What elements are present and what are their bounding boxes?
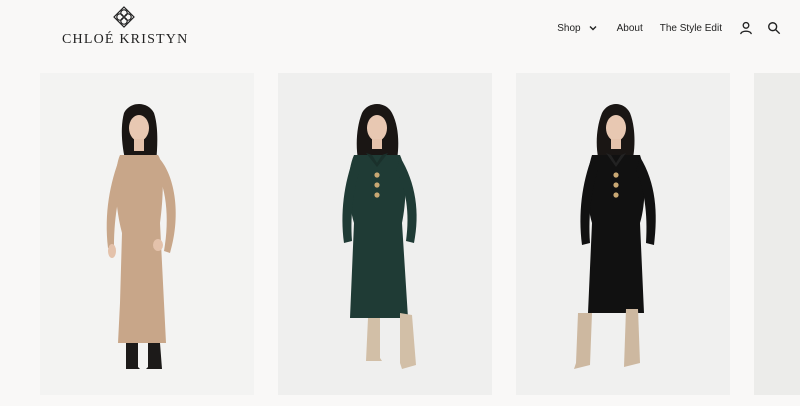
product-image <box>106 104 176 369</box>
button <box>374 172 380 178</box>
chevron-down-icon <box>589 26 597 31</box>
site-header: CHLOÉ KRISTYN Shop About The Style Edit <box>0 0 800 62</box>
main-nav: Shop About The Style Edit <box>557 18 782 38</box>
product-image <box>754 73 800 395</box>
boot <box>624 309 640 367</box>
product-image <box>342 104 417 369</box>
product-card[interactable] <box>754 73 800 395</box>
boot <box>574 313 592 369</box>
product-grid <box>0 73 800 406</box>
button <box>374 182 380 188</box>
brand-logo[interactable]: CHLOÉ KRISTYN <box>62 6 189 50</box>
button <box>374 192 380 198</box>
brand-name: CHLOÉ KRISTYN <box>62 32 189 47</box>
button <box>613 172 619 178</box>
nav-shop-label: Shop <box>557 22 581 34</box>
boot <box>126 343 140 369</box>
nav-shop[interactable]: Shop <box>557 22 597 34</box>
boot <box>366 318 382 361</box>
dress <box>348 155 408 318</box>
boot <box>400 313 416 369</box>
button <box>613 192 619 198</box>
interlocking-knot-icon <box>113 6 135 28</box>
product-card[interactable] <box>516 73 730 395</box>
product-image <box>574 104 656 369</box>
search-icon[interactable] <box>766 20 782 36</box>
account-icon[interactable] <box>738 20 754 36</box>
product-card[interactable] <box>278 73 492 395</box>
nav-about[interactable]: About <box>617 23 643 34</box>
nav-style-edit[interactable]: The Style Edit <box>660 23 722 34</box>
dress <box>587 155 645 313</box>
dress <box>754 73 800 395</box>
product-card[interactable] <box>40 73 254 395</box>
boot <box>146 343 162 369</box>
button <box>613 182 619 188</box>
